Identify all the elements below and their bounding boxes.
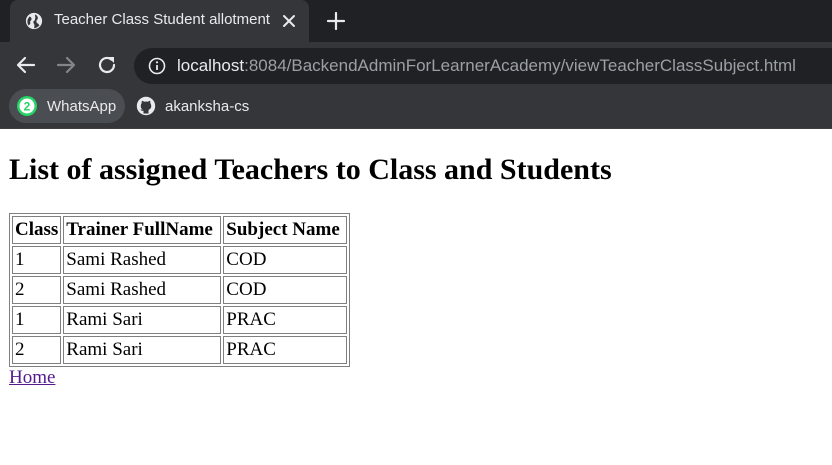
cell-trainer: Sami Rashed [63, 276, 222, 304]
bookmark-github[interactable]: akanksha-cs [136, 88, 249, 124]
page-title: List of assigned Teachers to Class and S… [9, 153, 612, 186]
assignments-table: Class Trainer FullName Subject Name 1 Sa… [9, 213, 351, 367]
info-icon[interactable] [148, 57, 166, 75]
bookmarks-bar: 2 WhatsApp akanksha-cs [0, 88, 832, 129]
table-header-row: Class Trainer FullName Subject Name [12, 216, 348, 244]
browser-toolbar: localhost:8084/BackendAdminForLearnerAca… [0, 42, 832, 88]
cell-subject: PRAC [223, 306, 348, 334]
cell-class: 1 [12, 246, 62, 274]
table-row: 1 Sami Rashed COD [12, 246, 348, 274]
cell-class: 2 [12, 336, 62, 364]
forward-icon[interactable] [55, 54, 77, 76]
address-bar[interactable]: localhost:8084/BackendAdminForLearnerAca… [134, 48, 832, 84]
reload-icon[interactable] [96, 54, 118, 76]
url-host: localhost [177, 56, 245, 75]
bookmark-whatsapp[interactable]: 2 WhatsApp [9, 89, 126, 123]
cell-trainer: Sami Rashed [63, 246, 222, 274]
cell-class: 1 [12, 306, 62, 334]
cell-subject: COD [223, 276, 348, 304]
url-text: localhost:8084/BackendAdminForLearnerAca… [177, 56, 796, 76]
url-path: :8084/BackendAdminForLearnerAcademy/view… [244, 56, 796, 75]
tab-strip: Teacher Class Student allotment [0, 0, 832, 42]
tab-title: Teacher Class Student allotment [54, 11, 270, 28]
cell-trainer: Rami Sari [63, 306, 222, 334]
column-header-subject: Subject Name [223, 216, 348, 244]
close-icon[interactable] [280, 12, 298, 30]
cell-subject: PRAC [223, 336, 348, 364]
table-row: 2 Sami Rashed COD [12, 276, 348, 304]
table-row: 1 Rami Sari PRAC [12, 306, 348, 334]
column-header-trainer: Trainer FullName [63, 216, 222, 244]
column-header-class: Class [12, 216, 62, 244]
new-tab-icon[interactable] [326, 11, 346, 31]
browser-tab[interactable]: Teacher Class Student allotment [10, 0, 309, 42]
whatsapp-badge: 2 [24, 100, 31, 114]
home-link[interactable]: Home [9, 367, 55, 389]
github-icon [136, 96, 156, 116]
table-row: 2 Rami Sari PRAC [12, 336, 348, 364]
cell-class: 2 [12, 276, 62, 304]
whatsapp-icon: 2 [17, 96, 37, 116]
bookmark-label: akanksha-cs [165, 97, 250, 115]
page-content: List of assigned Teachers to Class and S… [0, 129, 832, 465]
back-icon[interactable] [15, 54, 37, 76]
cell-subject: COD [223, 246, 348, 274]
bookmark-label: WhatsApp [47, 97, 117, 115]
globe-icon [25, 12, 43, 30]
cell-trainer: Rami Sari [63, 336, 222, 364]
